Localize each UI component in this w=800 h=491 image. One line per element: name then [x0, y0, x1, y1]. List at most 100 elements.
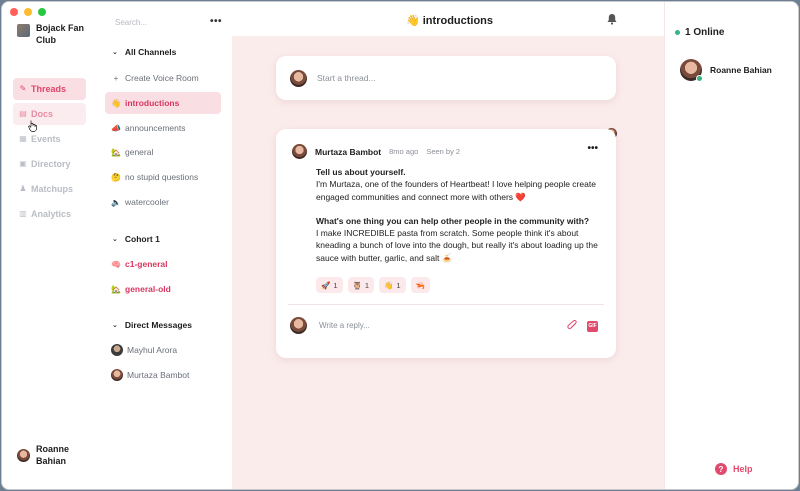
- gif-icon[interactable]: GIF: [587, 320, 598, 332]
- chevron-down-icon: ⌄: [112, 236, 118, 243]
- community-switcher[interactable]: Bojack Fan Club: [17, 22, 96, 46]
- nav-item-label: Directory: [31, 159, 71, 169]
- channel-label: general: [125, 147, 154, 157]
- dm-label: Mayhul Arora: [127, 345, 178, 355]
- channel-label: general-old: [125, 284, 171, 294]
- reply-actions: GIF: [567, 320, 598, 332]
- reply-composer[interactable]: Write a reply...: [290, 317, 370, 334]
- channel-label: announcements: [125, 123, 186, 133]
- avatar: [111, 344, 123, 356]
- hand-cursor-icon: [28, 120, 37, 132]
- window-controls: [10, 8, 46, 16]
- create-voice-room-button[interactable]: + Create Voice Room: [105, 67, 221, 89]
- prompt-answer: I'm Murtaza, one of the founders of Hear…: [316, 179, 596, 202]
- avatar: [292, 144, 307, 159]
- channel-announcements[interactable]: 📣 announcements: [105, 117, 221, 139]
- reply-input[interactable]: Write a reply...: [319, 321, 370, 330]
- avatar: [290, 317, 307, 334]
- nav-item-directory[interactable]: ▣ Directory: [13, 153, 86, 175]
- more-options-icon[interactable]: •••: [210, 16, 222, 27]
- nav-item-label: Docs: [31, 109, 54, 119]
- directory-icon: ▣: [19, 159, 27, 168]
- online-panel: 1 Online Roanne Bahian ? Help: [664, 2, 798, 489]
- channel-general[interactable]: 🏡 general: [105, 141, 221, 163]
- channel-general-old[interactable]: 🏡 general-old: [105, 278, 221, 300]
- avatar: [680, 59, 703, 82]
- channel-introductions[interactable]: 👋 introductions: [105, 92, 221, 114]
- wave-emoji-icon: 👋: [111, 98, 121, 108]
- house-emoji-icon: 🏡: [111, 147, 121, 157]
- help-button[interactable]: ? Help: [715, 463, 753, 475]
- nav-item-label: Analytics: [31, 209, 72, 219]
- channel-no-stupid-questions[interactable]: 🤔 no stupid questions: [105, 166, 221, 188]
- current-user[interactable]: Roanne Bahian: [17, 443, 86, 467]
- avatar: [290, 69, 307, 87]
- matchups-icon: ♟: [19, 184, 27, 193]
- speaker-emoji-icon: 🔈: [111, 197, 121, 207]
- avatar: [111, 369, 123, 381]
- shrimp-emoji-icon: 🦐: [415, 280, 425, 290]
- prompt-question: Tell us about yourself.: [316, 167, 406, 177]
- nav-item-events[interactable]: ▦ Events: [13, 128, 86, 150]
- calendar-icon: ▦: [19, 134, 27, 143]
- avatar: [17, 448, 30, 462]
- start-thread-input[interactable]: Start a thread...: [317, 73, 376, 83]
- channel-label: Create Voice Room: [125, 73, 199, 83]
- page-title: 👋 introductions: [406, 15, 494, 27]
- online-count: 1 Online: [675, 27, 724, 38]
- house-emoji-icon: 🏡: [111, 284, 121, 294]
- dm-label: Murtaza Bambot: [127, 370, 190, 380]
- thinking-emoji-icon: 🤔: [111, 172, 121, 182]
- add-reaction-button[interactable]: 🦐: [410, 277, 430, 293]
- community-avatar: [17, 24, 30, 37]
- online-member[interactable]: Roanne Bahian: [680, 59, 772, 82]
- zoom-window-button[interactable]: [38, 8, 46, 16]
- rocket-emoji-icon: 🚀: [321, 280, 331, 290]
- post-header: Murtaza Bambot 8mo ago Seen by 2: [292, 144, 460, 159]
- minimize-window-button[interactable]: [24, 8, 32, 16]
- reaction-count: 1: [333, 280, 338, 290]
- close-window-button[interactable]: [10, 8, 18, 16]
- current-user-name: Roanne Bahian: [36, 444, 70, 466]
- post-options-icon[interactable]: •••: [587, 143, 598, 154]
- channel-c1-general[interactable]: 🧠 c1-general: [105, 253, 221, 275]
- direct-messages-header[interactable]: ⌄ Direct Messages: [112, 320, 192, 330]
- owl-emoji-icon: 🦉: [352, 280, 362, 290]
- dm-murtaza-bambot[interactable]: Murtaza Bambot: [105, 364, 221, 386]
- prompt-answer: I make INCREDIBLE pasta from scratch. So…: [316, 228, 598, 263]
- paperclip-icon[interactable]: [567, 320, 579, 332]
- search-input[interactable]: Search...: [115, 18, 147, 27]
- nav-item-matchups[interactable]: ♟ Matchups: [13, 178, 86, 200]
- bell-icon[interactable]: [606, 13, 618, 25]
- start-thread-composer[interactable]: Start a thread...: [276, 56, 616, 100]
- channel-label: no stupid questions: [125, 172, 199, 182]
- post-author[interactable]: Murtaza Bambot: [315, 147, 381, 157]
- online-label: 1 Online: [685, 27, 725, 38]
- nav-item-label: Threads: [31, 84, 67, 94]
- nav-item-threads[interactable]: ✎ Threads: [13, 78, 86, 100]
- chevron-down-icon: ⌄: [112, 49, 118, 56]
- quill-icon: ✎: [19, 84, 27, 93]
- nav-item-docs[interactable]: ▤ Docs: [13, 103, 86, 125]
- reaction-rocket[interactable]: 🚀 1: [316, 277, 343, 293]
- analytics-icon: ▥: [19, 209, 27, 218]
- thread-view: 👋 introductions Start a thread... Murtaz…: [232, 2, 664, 489]
- all-channels-header[interactable]: ⌄ All Channels: [112, 47, 176, 57]
- app-window: Bojack Fan Club ✎ Threads ▤ Docs ▦ Event…: [1, 1, 799, 490]
- reaction-owl[interactable]: 🦉 1: [347, 277, 375, 293]
- post-body: Tell us about yourself. I'm Murtaza, one…: [316, 166, 606, 264]
- section-label: Cohort 1: [124, 234, 160, 244]
- dm-mayhul-arora[interactable]: Mayhul Arora: [105, 339, 221, 361]
- help-label: Help: [733, 464, 753, 474]
- nav-item-analytics[interactable]: ▥ Analytics: [13, 203, 86, 225]
- thread-post: Murtaza Bambot 8mo ago Seen by 2 ••• Tel…: [276, 129, 616, 358]
- channel-watercooler[interactable]: 🔈 watercooler: [105, 191, 221, 213]
- channel-label: c1-general: [125, 259, 168, 269]
- seen-by-count[interactable]: Seen by 2: [426, 147, 460, 156]
- prompt-question: What's one thing you can help other peop…: [316, 215, 590, 226]
- section-label: Direct Messages: [124, 320, 192, 330]
- cohort-header[interactable]: ⌄ Cohort 1: [112, 234, 160, 244]
- reaction-wave[interactable]: 👋 1: [379, 277, 406, 293]
- channel-header: 👋 introductions: [232, 2, 664, 36]
- chevron-down-icon: ⌄: [112, 322, 118, 329]
